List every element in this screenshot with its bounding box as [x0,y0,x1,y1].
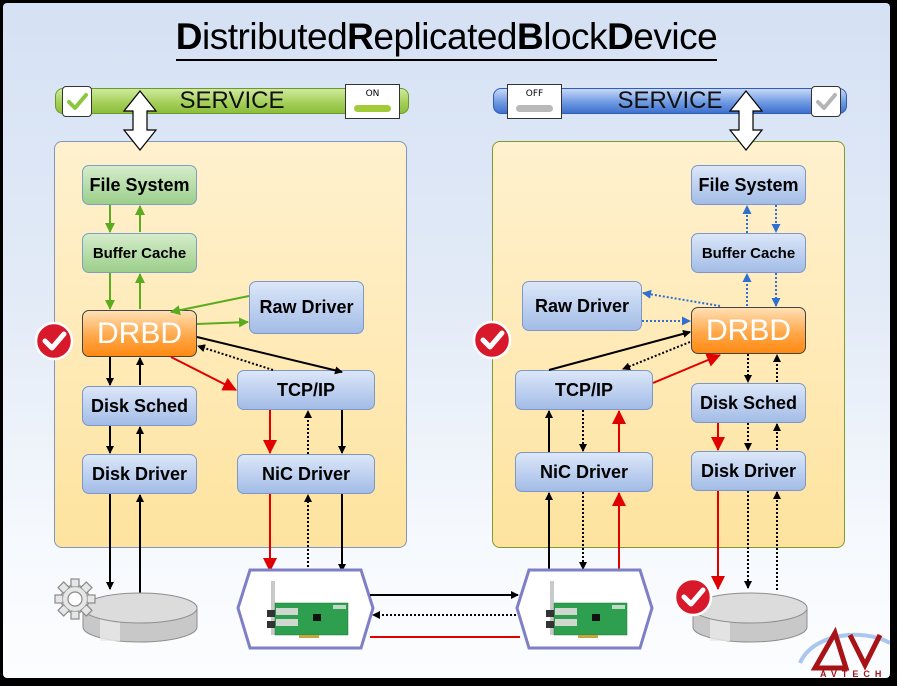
right-disk-ok-check-icon [673,577,713,617]
left-node-ok-check-icon [34,321,74,361]
left-tcp-to-drbd-dotted-arrow [197,344,274,371]
left-drbd-to-tcp-replication-arrow [170,356,237,391]
gear-icon [54,578,96,620]
diagram-canvas: Distributed Replicated Block Device SERV… [3,3,890,678]
right-drbd-to-raw-arrow [642,289,721,307]
right-node-ok-check-icon [472,320,512,360]
left-raw-to-drbd-arrow [170,295,250,316]
left-service-double-arrow [122,90,158,151]
left-drbd-to-raw-arrow [196,317,249,328]
avtech-logo [798,626,890,671]
connectors-layer [54,90,890,671]
right-tcp-to-drbd-replication-arrow [652,353,721,384]
left-drbd-to-tcp-arrow [196,336,343,375]
logo-text: AVTECH [820,669,887,678]
right-drbd-to-tcp-dotted-arrow [622,341,691,371]
right-service-double-arrow [728,90,764,151]
left-disk-icon [82,592,198,643]
right-tcp-to-drbd-arrow [548,329,691,371]
